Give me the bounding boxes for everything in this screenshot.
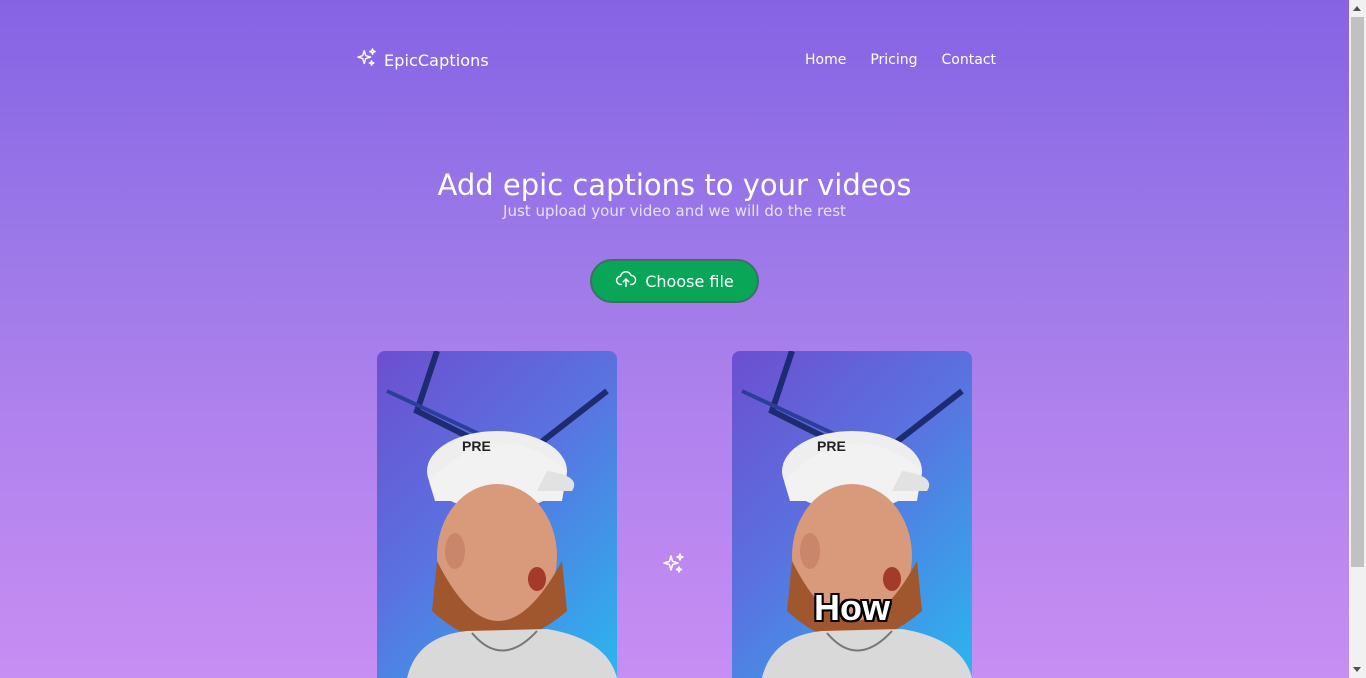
hero: Add epic captions to your videos Just up… — [0, 166, 1349, 220]
logo[interactable]: EpicCaptions — [356, 47, 489, 73]
video-caption: How — [814, 587, 890, 628]
choose-file-label: Choose file — [645, 271, 734, 291]
main-nav: Home Pricing Contact — [805, 52, 996, 68]
choose-file-button[interactable]: Choose file — [590, 259, 759, 303]
vertical-scrollbar[interactable] — [1349, 0, 1366, 678]
sparkles-icon — [662, 552, 686, 580]
captioned-video-preview[interactable]: PRE How — [732, 351, 972, 678]
nav-pricing-link[interactable]: Pricing — [870, 52, 917, 68]
nav-contact-link[interactable]: Contact — [942, 52, 996, 68]
scrollbar-thumb[interactable] — [1351, 17, 1364, 567]
hero-title: Add epic captions to your videos — [437, 168, 912, 202]
cloud-upload-icon — [615, 268, 637, 294]
logo-text: EpicCaptions — [384, 50, 489, 70]
svg-text:PRE: PRE — [462, 438, 491, 454]
nav-home-link[interactable]: Home — [805, 52, 846, 68]
scroll-up-arrow-icon[interactable] — [1353, 6, 1361, 11]
svg-text:PRE: PRE — [817, 438, 846, 454]
site-header: EpicCaptions Home Pricing Contact — [356, 44, 996, 76]
sparkles-icon — [356, 47, 378, 73]
page: EpicCaptions Home Pricing Contact Add ep… — [0, 0, 1349, 678]
original-video-preview[interactable]: PRE — [377, 351, 617, 678]
video-frame-image: PRE — [386, 351, 617, 678]
hero-subtitle: Just upload your video and we will do th… — [503, 202, 846, 220]
scroll-down-arrow-icon[interactable] — [1353, 667, 1361, 672]
